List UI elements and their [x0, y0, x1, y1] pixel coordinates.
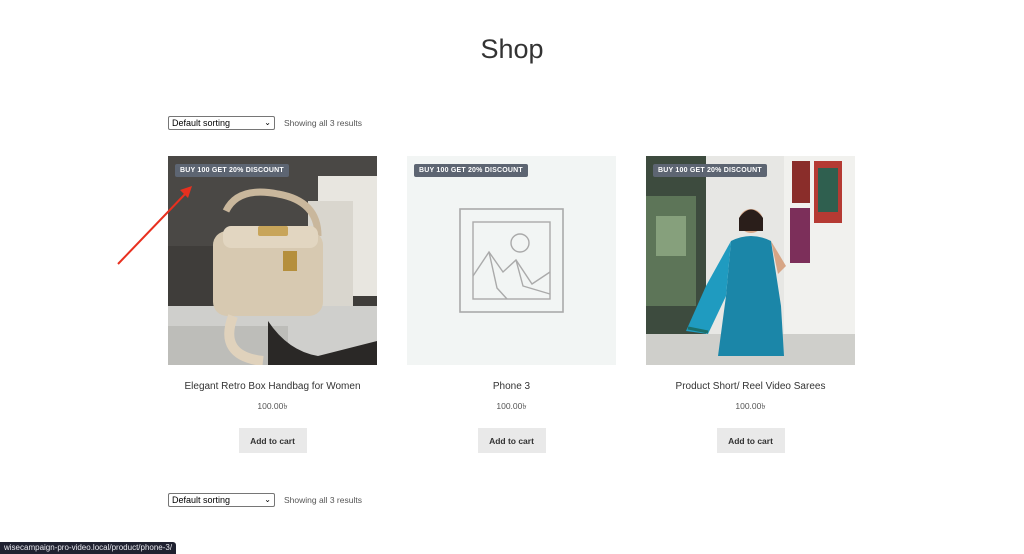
- add-to-cart-button[interactable]: Add to cart: [716, 428, 785, 453]
- discount-badge: BUY 100 GET 20% DISCOUNT: [653, 164, 767, 177]
- page-title: Shop: [480, 34, 544, 65]
- add-to-cart-button[interactable]: Add to cart: [238, 428, 307, 453]
- chevron-down-icon: ⌄: [264, 494, 271, 504]
- product-title[interactable]: Product Short/ Reel Video Sarees: [646, 381, 855, 392]
- placeholder-image-icon: [407, 156, 616, 365]
- result-count: Showing all 3 results: [284, 494, 362, 505]
- sorting-select[interactable]: Default sorting ⌄: [168, 492, 275, 507]
- product-price: 100.00৳: [257, 401, 288, 411]
- result-count: Showing all 3 results: [284, 117, 362, 128]
- sorting-select-value: Default sorting: [172, 494, 231, 505]
- shop-toolbar-bottom: Default sorting ⌄ Showing all 3 results: [168, 492, 362, 507]
- product-price: 100.00৳: [496, 401, 527, 411]
- product-price: 100.00৳: [735, 401, 766, 411]
- handbag-photo: [168, 156, 377, 365]
- product-image[interactable]: BUY 100 GET 20% DISCOUNT: [168, 156, 377, 365]
- product-image[interactable]: BUY 100 GET 20% DISCOUNT: [407, 156, 616, 365]
- product-image[interactable]: BUY 100 GET 20% DISCOUNT: [646, 156, 855, 365]
- discount-badge: BUY 100 GET 20% DISCOUNT: [175, 164, 289, 177]
- product-card: BUY 100 GET 20% DISCOUNT Phone 3 100.00৳…: [407, 156, 616, 453]
- sorting-select[interactable]: Default sorting ⌄: [168, 115, 275, 130]
- product-card: BUY 100 GET 20% DISCOUNT Product Short/ …: [646, 156, 855, 453]
- shop-toolbar-top: Default sorting ⌄ Showing all 3 results: [168, 115, 362, 130]
- add-to-cart-button[interactable]: Add to cart: [477, 428, 546, 453]
- chevron-down-icon: ⌄: [264, 117, 271, 127]
- discount-badge: BUY 100 GET 20% DISCOUNT: [414, 164, 528, 177]
- product-title[interactable]: Phone 3: [407, 381, 616, 392]
- sorting-select-value: Default sorting: [172, 117, 231, 128]
- product-card: BUY 100 GET 20% DISCOUNT Elegant Retro B…: [168, 156, 377, 453]
- saree-photo: [646, 156, 855, 365]
- link-status-bar: wisecampaign-pro-video.local/product/pho…: [0, 542, 177, 554]
- product-title[interactable]: Elegant Retro Box Handbag for Women: [168, 381, 377, 392]
